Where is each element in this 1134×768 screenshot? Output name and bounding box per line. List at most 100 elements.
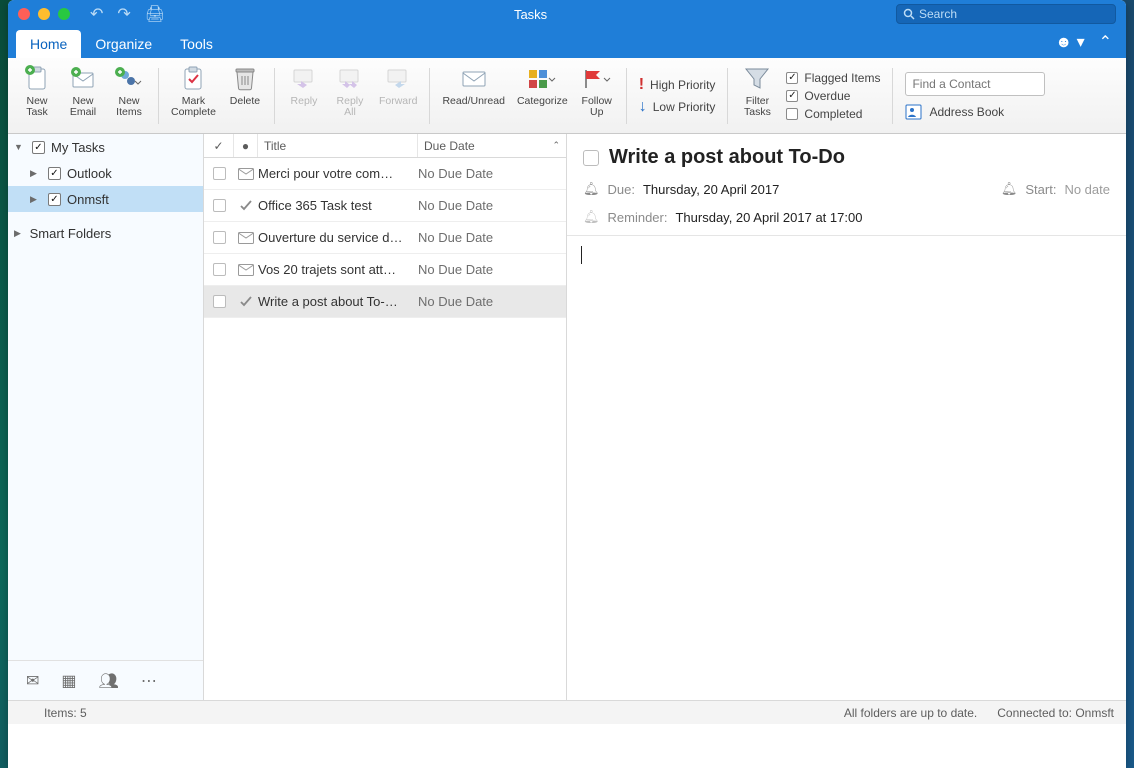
filter-overdue[interactable]: Overdue <box>786 89 880 103</box>
search-placeholder: Search <box>919 7 957 21</box>
start-value[interactable]: No date <box>1064 182 1110 197</box>
sidebar-onmsft[interactable]: ▶ Onmsft <box>8 186 203 212</box>
row-checkbox[interactable] <box>213 199 226 212</box>
window-title: Tasks <box>165 7 896 22</box>
task-complete-checkbox[interactable] <box>583 150 599 166</box>
follow-up-button[interactable]: Follow Up <box>574 60 620 132</box>
address-book-button[interactable]: Address Book <box>905 104 1045 120</box>
sidebar-my-tasks[interactable]: ▼ My Tasks <box>8 134 203 160</box>
collapse-ribbon-icon[interactable]: ⌃ <box>1099 32 1112 52</box>
high-priority-button[interactable]: ! High Priority <box>639 76 716 94</box>
task-detail: Write a post about To-Do 🔔︎ Due: Thursda… <box>567 134 1126 700</box>
tab-home[interactable]: Home <box>16 30 81 58</box>
new-email-button[interactable]: New Email <box>60 60 106 132</box>
app-window: ↶ ↷ 🖨︎ Tasks Search Home Organize Tools … <box>8 0 1126 768</box>
address-book-icon <box>905 104 923 120</box>
redo-icon[interactable]: ↷ <box>117 4 130 24</box>
new-items-button[interactable]: New Items <box>106 60 152 132</box>
row-checkbox[interactable] <box>213 295 226 308</box>
close-window-button[interactable] <box>18 8 30 20</box>
reply-all-button[interactable]: Reply All <box>327 60 373 132</box>
read-unread-button[interactable]: Read/Unread <box>436 60 510 132</box>
task-list: ✓ ● Title Due Date⌃ Merci pour votre com… <box>204 134 567 700</box>
due-value[interactable]: Thursday, 20 April 2017 <box>643 182 779 197</box>
envelope-icon <box>460 68 488 90</box>
items-plus-icon <box>113 65 145 93</box>
start-label: Start: <box>1025 182 1056 197</box>
clipboard-check-icon <box>179 65 207 93</box>
task-title: Write a post about To-Do <box>609 146 845 169</box>
col-status-icon[interactable]: ● <box>234 134 258 157</box>
due-label: Due: <box>608 182 635 197</box>
funnel-icon <box>743 66 771 92</box>
col-due-date[interactable]: Due Date⌃ <box>418 134 566 157</box>
task-row[interactable]: Vos 20 trajets sont att…No Due Date <box>204 254 566 286</box>
sidebar-outlook[interactable]: ▶ Outlook <box>8 160 203 186</box>
categorize-button[interactable]: Categorize <box>511 60 574 132</box>
nav-calendar-icon[interactable]: ▦ <box>61 671 76 691</box>
list-header: ✓ ● Title Due Date⌃ <box>204 134 566 158</box>
new-task-button[interactable]: New Task <box>14 60 60 132</box>
task-row[interactable]: Write a post about To-…No Due Date <box>204 286 566 318</box>
col-check-icon[interactable]: ✓ <box>204 134 234 157</box>
content-area: ▼ My Tasks ▶ Outlook ▶ Onmsft ▶ Smart Fo… <box>8 134 1126 700</box>
row-due-date: No Due Date <box>418 166 493 181</box>
nav-more-icon[interactable]: ⋯ <box>141 671 157 691</box>
sidebar: ▼ My Tasks ▶ Outlook ▶ Onmsft ▶ Smart Fo… <box>8 134 204 700</box>
exclaim-icon: ! <box>639 76 644 94</box>
window-controls <box>8 8 80 20</box>
reply-button[interactable]: Reply <box>281 60 327 132</box>
account-icon[interactable]: ☻ ▾ <box>1055 32 1084 52</box>
undo-icon[interactable]: ↶ <box>90 4 103 24</box>
delete-button[interactable]: Delete <box>222 60 268 132</box>
row-type-icon <box>234 232 258 244</box>
reply-all-icon <box>337 68 363 90</box>
tabs-bar: Home Organize Tools ☻ ▾ ⌃ <box>8 28 1126 58</box>
tab-organize[interactable]: Organize <box>81 30 166 58</box>
nav-people-icon[interactable]: 👥︎ <box>99 671 119 691</box>
trash-icon <box>233 65 257 93</box>
detail-header: Write a post about To-Do 🔔︎ Due: Thursda… <box>567 134 1126 236</box>
ribbon: New Task New Email New Items Mark Comple… <box>8 58 1126 134</box>
col-title[interactable]: Title <box>258 134 418 157</box>
search-field[interactable]: Search <box>896 4 1116 24</box>
row-checkbox[interactable] <box>213 231 226 244</box>
filter-completed[interactable]: Completed <box>786 107 880 121</box>
reply-icon <box>291 68 317 90</box>
filter-flagged-items[interactable]: Flagged Items <box>786 71 880 85</box>
row-title: Merci pour votre com… <box>258 166 418 181</box>
row-type-icon <box>234 264 258 276</box>
zoom-window-button[interactable] <box>58 8 70 20</box>
clipboard-icon <box>23 65 51 93</box>
reminder-value[interactable]: Thursday, 20 April 2017 at 17:00 <box>675 210 862 225</box>
sidebar-smart-folders[interactable]: ▶ Smart Folders <box>8 220 203 246</box>
row-type-icon <box>234 168 258 180</box>
row-checkbox[interactable] <box>213 263 226 276</box>
nav-mail-icon[interactable]: ✉ <box>26 671 39 691</box>
search-icon <box>903 8 915 20</box>
categories-icon <box>527 68 557 90</box>
filter-tasks-button[interactable]: Filter Tasks <box>734 60 780 132</box>
arrow-down-icon: ↓ <box>639 98 647 116</box>
low-priority-button[interactable]: ↓ Low Priority <box>639 98 716 116</box>
row-due-date: No Due Date <box>418 198 493 213</box>
row-title: Office 365 Task test <box>258 198 418 213</box>
task-row[interactable]: Office 365 Task testNo Due Date <box>204 190 566 222</box>
print-icon[interactable]: 🖨︎ <box>145 4 165 24</box>
row-due-date: No Due Date <box>418 230 493 245</box>
row-checkbox[interactable] <box>213 167 226 180</box>
task-row[interactable]: Merci pour votre com…No Due Date <box>204 158 566 190</box>
row-due-date: No Due Date <box>418 262 493 277</box>
find-contact-input[interactable] <box>905 72 1045 96</box>
forward-icon <box>385 68 411 90</box>
row-type-icon <box>234 199 258 213</box>
forward-button[interactable]: Forward <box>373 60 424 132</box>
row-title: Ouverture du service d… <box>258 230 418 245</box>
minimize-window-button[interactable] <box>38 8 50 20</box>
sort-asc-icon: ⌃ <box>552 140 560 151</box>
tab-tools[interactable]: Tools <box>166 30 227 58</box>
task-body[interactable] <box>567 236 1126 700</box>
mark-complete-button[interactable]: Mark Complete <box>165 60 222 132</box>
task-row[interactable]: Ouverture du service d…No Due Date <box>204 222 566 254</box>
envelope-plus-icon <box>69 65 97 93</box>
